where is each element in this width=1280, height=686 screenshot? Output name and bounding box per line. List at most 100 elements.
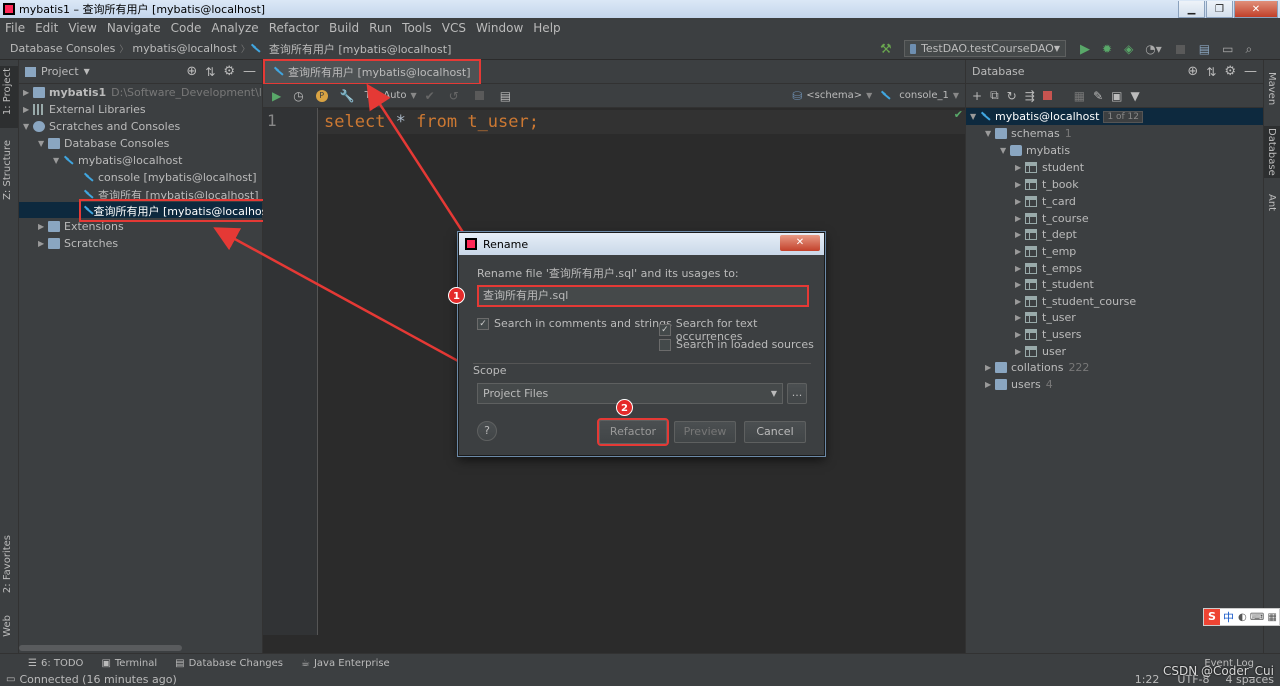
search-everywhere-icon[interactable]: ⌕: [1245, 42, 1252, 57]
tool-terminal[interactable]: Terminal: [115, 658, 157, 669]
chevron-down-icon[interactable]: ▼: [953, 91, 959, 100]
run-icon[interactable]: ▶: [1080, 42, 1090, 57]
menu-run[interactable]: Run: [364, 21, 397, 35]
db-tree-table[interactable]: ▶ t_users: [1015, 326, 1082, 343]
console-select[interactable]: console_1: [899, 90, 949, 101]
filter-icon[interactable]: ▼: [1131, 89, 1140, 103]
db-tree-table[interactable]: ▶ t_card: [1015, 193, 1076, 210]
dialog-close-button[interactable]: ✕: [780, 235, 820, 251]
new-name-input[interactable]: 查询所有用户.sql: [477, 285, 809, 307]
collapse-all-icon[interactable]: ⇅: [205, 65, 215, 79]
tree-item-scratches-consoles[interactable]: ▼ Scratches and Consoles: [23, 118, 180, 135]
collapse-all-icon[interactable]: ⇅: [1206, 65, 1216, 79]
db-tree-table[interactable]: ▶ t_emp: [1015, 243, 1076, 260]
db-tree-collations[interactable]: ▶ collations 222: [985, 359, 1089, 376]
tree-item-scratches[interactable]: ▶ Scratches: [38, 235, 118, 252]
db-tree-table[interactable]: ▶ student: [1015, 159, 1084, 176]
project-structure-icon[interactable]: ▤: [1199, 42, 1210, 56]
menu-code[interactable]: Code: [166, 21, 207, 35]
hide-panel-icon[interactable]: —: [1244, 64, 1257, 79]
history-icon[interactable]: ◷: [293, 89, 303, 103]
menu-file[interactable]: File: [0, 21, 30, 35]
table-icon[interactable]: ▦: [1074, 89, 1085, 103]
debug-icon[interactable]: ✹: [1102, 42, 1112, 56]
opt-comments-checkbox[interactable]: ✓ Search in comments and strings: [477, 317, 672, 330]
wrench-icon[interactable]: 🔧: [340, 89, 355, 103]
menu-analyze[interactable]: Analyze: [206, 21, 263, 35]
tree-item-extensions[interactable]: ▶ Extensions: [38, 218, 124, 235]
execute-icon[interactable]: ▶: [272, 89, 281, 103]
db-tree-table[interactable]: ▶ user: [1015, 343, 1066, 360]
ime-mode[interactable]: 中: [1223, 609, 1234, 625]
menu-tools[interactable]: Tools: [397, 21, 437, 35]
db-tree-table[interactable]: ▶ t_emps: [1015, 260, 1082, 277]
build-icon[interactable]: ⚒: [880, 42, 892, 57]
copy-icon[interactable]: ⧉: [990, 88, 999, 103]
maximize-button[interactable]: ❐: [1206, 0, 1233, 18]
menu-vcs[interactable]: VCS: [437, 21, 471, 35]
tool-maven[interactable]: Maven: [1266, 72, 1277, 105]
commit-icon[interactable]: ✔: [425, 89, 435, 103]
caret-position[interactable]: 1:22: [1135, 673, 1160, 686]
locate-icon[interactable]: ⊕: [186, 64, 197, 79]
db-tree-table[interactable]: ▶ t_course: [1015, 210, 1089, 227]
project-view-select[interactable]: Project: [41, 65, 79, 78]
refresh-icon[interactable]: ↻: [1007, 89, 1017, 103]
tool-todo[interactable]: 6: TODO: [41, 658, 83, 669]
console-open-icon[interactable]: ▣: [1111, 89, 1122, 103]
add-icon[interactable]: +: [972, 89, 982, 103]
menu-build[interactable]: Build: [324, 21, 364, 35]
cancel-button[interactable]: Cancel: [744, 421, 806, 443]
breadcrumb-database-consoles[interactable]: Database Consoles: [6, 42, 119, 55]
tree-item-external-libraries[interactable]: ▶ External Libraries: [23, 101, 146, 118]
editor-tab-query-all-users[interactable]: 查询所有用户 [mybatis@localhost]: [263, 58, 481, 85]
close-window-button[interactable]: ✕: [1234, 0, 1278, 18]
gear-icon[interactable]: ⚙: [223, 64, 235, 79]
breadcrumb-console[interactable]: 查询所有用户 [mybatis@localhost]: [265, 41, 456, 57]
db-tree-users[interactable]: ▶ users 4: [985, 376, 1053, 393]
menu-window[interactable]: Window: [471, 21, 528, 35]
menu-edit[interactable]: Edit: [30, 21, 63, 35]
menu-refactor[interactable]: Refactor: [264, 21, 324, 35]
tool-ant[interactable]: Ant: [1266, 194, 1277, 211]
db-tree-table[interactable]: ▶ t_student: [1015, 276, 1094, 293]
tool-database[interactable]: Database: [1266, 128, 1277, 176]
rollback-icon[interactable]: ↺: [449, 89, 459, 103]
schema-select[interactable]: <schema>: [806, 90, 862, 101]
hide-panel-icon[interactable]: —: [243, 64, 256, 79]
db-tree-datasource[interactable]: ▼ mybatis@localhost 1 of 12: [966, 108, 1263, 125]
chevron-down-icon[interactable]: ▼: [84, 67, 90, 76]
db-tree-table[interactable]: ▶ t_student_course: [1015, 293, 1136, 310]
chevron-down-icon[interactable]: ▼: [866, 91, 872, 100]
parameters-icon[interactable]: P: [315, 89, 328, 102]
menu-view[interactable]: View: [63, 21, 101, 35]
db-tree-table[interactable]: ▶ t_book: [1015, 176, 1079, 193]
tool-database-changes[interactable]: Database Changes: [189, 658, 283, 669]
stop-icon[interactable]: [1175, 44, 1185, 54]
coverage-icon[interactable]: ◈: [1124, 42, 1133, 56]
refactor-button[interactable]: Refactor: [597, 418, 669, 446]
gear-icon[interactable]: ⚙: [1224, 64, 1236, 79]
menu-help[interactable]: Help: [528, 21, 565, 35]
output-icon[interactable]: ▤: [500, 89, 511, 103]
schema-sync-icon[interactable]: ⇶: [1025, 89, 1035, 103]
scope-browse-button[interactable]: ...: [787, 383, 807, 404]
disconnect-icon[interactable]: [1042, 91, 1052, 100]
edit-icon[interactable]: ✎: [1093, 89, 1103, 103]
tool-favorites[interactable]: 2: Favorites: [2, 535, 13, 593]
tx-mode-select[interactable]: Tx: Auto: [365, 90, 407, 101]
db-tree-table[interactable]: ▶ t_dept: [1015, 226, 1077, 243]
breadcrumb-datasource[interactable]: mybatis@localhost: [128, 42, 240, 55]
tool-project[interactable]: 1: Project: [2, 68, 13, 115]
stop-icon[interactable]: [474, 91, 484, 100]
tree-item-mybatis1[interactable]: ▶ mybatis1 D:\Software_Development\IDEA_: [23, 84, 291, 101]
tool-web[interactable]: Web: [2, 615, 13, 637]
chevron-down-icon[interactable]: ▼: [410, 91, 416, 100]
minimize-button[interactable]: ▁: [1178, 0, 1205, 18]
opt-loaded-checkbox[interactable]: Search in loaded sources: [659, 338, 814, 351]
help-button[interactable]: ?: [477, 421, 497, 441]
db-tree-table[interactable]: ▶ t_user: [1015, 309, 1076, 326]
profile-icon[interactable]: ◔▾: [1145, 42, 1162, 56]
tree-item-datasource[interactable]: ▼ mybatis@localhost: [53, 152, 182, 169]
db-tree-schemas[interactable]: ▼ schemas 1: [985, 125, 1072, 142]
